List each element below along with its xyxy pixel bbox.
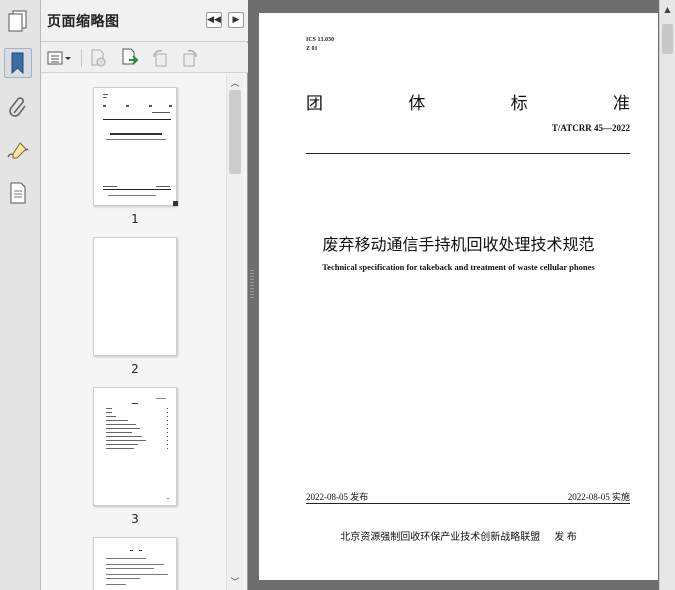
thumb-line — [103, 119, 171, 120]
thumb-line — [132, 403, 138, 404]
thumb-line — [106, 440, 146, 441]
thumb-line — [106, 412, 112, 413]
standard-type-char: 团 — [306, 94, 323, 113]
document-scrollbar[interactable]: ▲ — [659, 0, 675, 590]
thumb-line — [106, 558, 146, 559]
header-rule — [306, 153, 630, 154]
signature-icon[interactable] — [4, 136, 32, 166]
page-number-label: 2 — [131, 362, 139, 376]
options-menu-button[interactable] — [46, 48, 74, 68]
footer-rule — [306, 503, 630, 504]
page-thumbnail-3[interactable] — [93, 387, 177, 506]
document-layers-icon[interactable] — [4, 178, 32, 208]
page-thumbnail-2[interactable] — [93, 237, 177, 356]
extract-page-icon[interactable] — [119, 48, 141, 68]
document-title-en: Technical specification for takeback and… — [322, 262, 595, 272]
document-page: ICS 13.030 Z 01 团 体 标 准 T/ATCRR 45—2022 … — [259, 13, 658, 580]
thumb-line — [103, 105, 106, 107]
page-thumbnails-panel: 页面缩略图 ◀◀ ▶ 1 2 3 ︿ ﹀ — [41, 0, 248, 590]
thumb-line — [106, 564, 164, 565]
thumb-line — [106, 432, 132, 433]
scrollbar-thumb[interactable] — [662, 24, 673, 54]
thumbnail-scrollbar[interactable]: ︿ ﹀ — [226, 74, 243, 590]
thumb-line — [106, 139, 166, 140]
publisher: 北京资源强制回收环保产业技术创新战略联盟 发 布 — [259, 528, 658, 543]
standard-type-char: 体 — [408, 94, 426, 113]
ccs-number: Z 01 — [306, 46, 318, 52]
thumb-marker — [173, 201, 178, 206]
page-number-label: 3 — [131, 512, 139, 526]
page-thumbnail-1[interactable] — [93, 87, 178, 206]
document-title-cn: 废弃移动通信手持机回收处理技术规范 — [322, 237, 595, 254]
scroll-up-arrow-icon[interactable]: ▲ — [660, 2, 675, 16]
thumb-line — [110, 133, 162, 135]
publisher-name: 北京资源强制回收环保产业技术创新战略联盟 — [340, 532, 541, 543]
toolbar-separator — [81, 49, 82, 67]
thumb-line — [106, 584, 126, 585]
ics-number: ICS 13.030 — [306, 37, 335, 43]
thumb-line — [169, 105, 172, 107]
bookmark-icon[interactable] — [4, 48, 32, 78]
delete-page-icon[interactable] — [87, 48, 109, 68]
thumb-line — [108, 195, 156, 196]
thumb-line — [106, 436, 142, 437]
thumb-line — [106, 574, 168, 575]
thumb-line — [139, 550, 142, 551]
implement-date: 2022-08-05 实施 — [567, 492, 630, 502]
thumb-line — [103, 94, 108, 95]
ics-code: ICS 13.030 Z 01 — [306, 36, 334, 54]
navigation-icon-strip — [0, 0, 41, 590]
scrollbar-thumb[interactable] — [229, 90, 241, 174]
thumb-line — [167, 498, 169, 499]
page-thumbnail-4[interactable] — [93, 537, 177, 590]
thumb-line — [106, 408, 112, 409]
thumb-line — [106, 428, 140, 429]
scroll-up-arrow-icon[interactable]: ︿ — [227, 75, 243, 89]
thumb-line — [106, 424, 136, 425]
expand-panel-button[interactable]: ▶ — [228, 12, 244, 28]
thumb-page-numbers — [167, 408, 168, 450]
document-view: ICS 13.030 Z 01 团 体 标 准 T/ATCRR 45—2022 … — [256, 0, 659, 590]
splitter-grip[interactable] — [250, 270, 254, 298]
collapse-panel-button[interactable]: ◀◀ — [206, 12, 222, 28]
standard-type-char: 准 — [612, 94, 630, 113]
release-date: 2022-08-05 发布 — [306, 492, 369, 502]
panel-title: 页面缩略图 — [47, 14, 120, 30]
pdf-viewer-window: 页面缩略图 ◀◀ ▶ 1 2 3 ︿ ﹀ ICS 13.030 Z 01 团 体… — [0, 0, 675, 590]
thumb-line — [106, 578, 140, 579]
thumb-line — [103, 186, 117, 187]
publish-word: 发 布 — [554, 532, 577, 543]
thumb-line — [103, 189, 171, 190]
thumb-line — [126, 105, 129, 107]
standard-number: T/ATCRR 45—2022 — [551, 123, 630, 133]
thumb-line — [149, 105, 152, 107]
thumb-line — [152, 112, 170, 113]
page-number-label: 1 — [131, 212, 139, 226]
panel-header: 页面缩略图 ◀◀ ▶ — [41, 0, 248, 42]
scroll-down-arrow-icon[interactable]: ﹀ — [227, 574, 243, 588]
thumb-line — [106, 444, 138, 445]
paperclip-icon[interactable] — [4, 92, 32, 122]
thumb-line — [106, 416, 116, 417]
thumb-line — [106, 420, 128, 421]
thumb-line — [156, 186, 170, 187]
thumb-line — [106, 568, 154, 569]
thumb-line — [156, 398, 166, 399]
rotate-left-icon[interactable] — [149, 48, 171, 68]
thumb-line — [106, 448, 134, 449]
standard-type-char: 标 — [510, 94, 528, 113]
thumbnail-toolbar — [41, 43, 248, 73]
thumb-line — [130, 550, 133, 551]
pages-panel-icon[interactable] — [4, 6, 32, 36]
rotate-right-icon[interactable] — [179, 48, 201, 68]
standard-type: 团 体 标 准 — [306, 89, 630, 114]
thumbnail-list: 1 2 3 — [41, 74, 226, 590]
panel-splitter[interactable] — [248, 0, 256, 590]
thumb-line — [103, 97, 107, 98]
